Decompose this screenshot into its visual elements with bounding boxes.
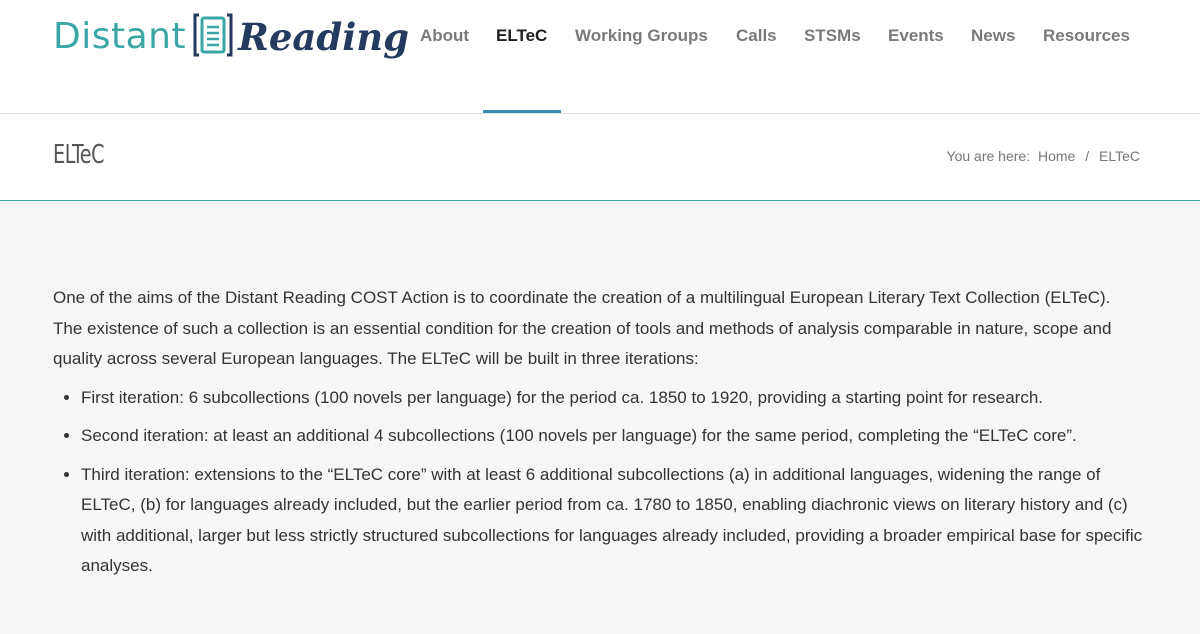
- breadcrumb-home-link[interactable]: Home: [1038, 148, 1075, 164]
- list-item: First iteration: 6 subcollections (100 n…: [81, 383, 1143, 414]
- nav-item-calls[interactable]: Calls: [736, 26, 777, 46]
- list-item: Third iteration: extensions to the “ELTe…: [81, 460, 1143, 582]
- site-header: Distant Reading About ELTeC Working Grou…: [0, 0, 1200, 114]
- nav-item-resources[interactable]: Resources: [1043, 26, 1130, 46]
- breadcrumb-prefix: You are here:: [946, 148, 1031, 164]
- nav-item-about[interactable]: About: [420, 26, 469, 46]
- list-item: Second iteration: at least an additional…: [81, 421, 1143, 452]
- breadcrumb-separator: /: [1085, 148, 1090, 164]
- breadcrumb-current: ELTeC: [1099, 148, 1140, 164]
- nav-item-news[interactable]: News: [971, 26, 1015, 46]
- nav-item-working-groups[interactable]: Working Groups: [575, 26, 708, 46]
- main-content: One of the aims of the Distant Reading C…: [53, 283, 1143, 590]
- iterations-list: First iteration: 6 subcollections (100 n…: [53, 383, 1143, 582]
- nav-item-stsms[interactable]: STSMs: [804, 26, 861, 46]
- intro-paragraph: One of the aims of the Distant Reading C…: [53, 288, 1112, 368]
- breadcrumb: You are here: Home / ELTeC: [947, 148, 1140, 164]
- page-title: ELTeC: [53, 140, 105, 170]
- nav-item-events[interactable]: Events: [888, 26, 944, 46]
- active-nav-indicator: [483, 110, 561, 113]
- main-nav: About ELTeC Working Groups Calls STSMs E…: [0, 0, 1200, 113]
- nav-item-eltec[interactable]: ELTeC: [496, 26, 547, 46]
